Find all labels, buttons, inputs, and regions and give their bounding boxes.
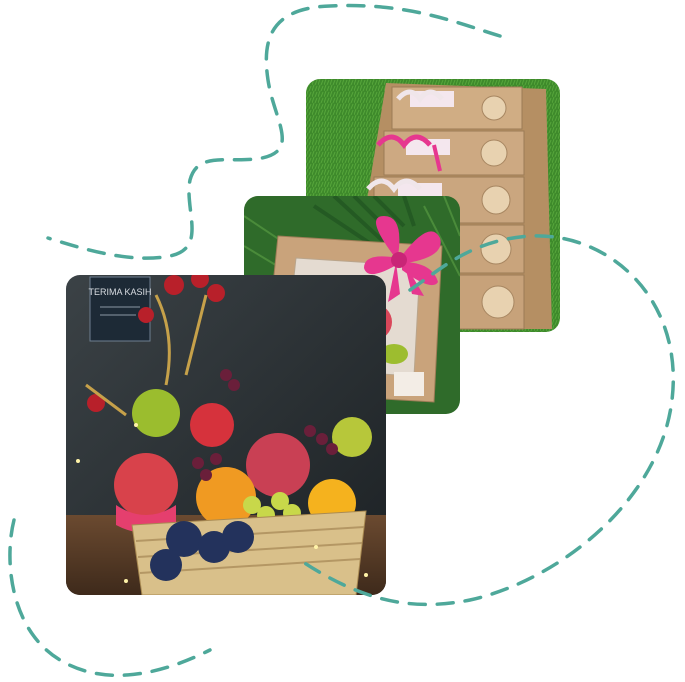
sign-title: TERIMA KASIH [88, 287, 151, 297]
fruit-basket-photo: TERIMA KASIH [66, 275, 386, 595]
hero-collage: TERIMA KASIH [0, 0, 685, 682]
